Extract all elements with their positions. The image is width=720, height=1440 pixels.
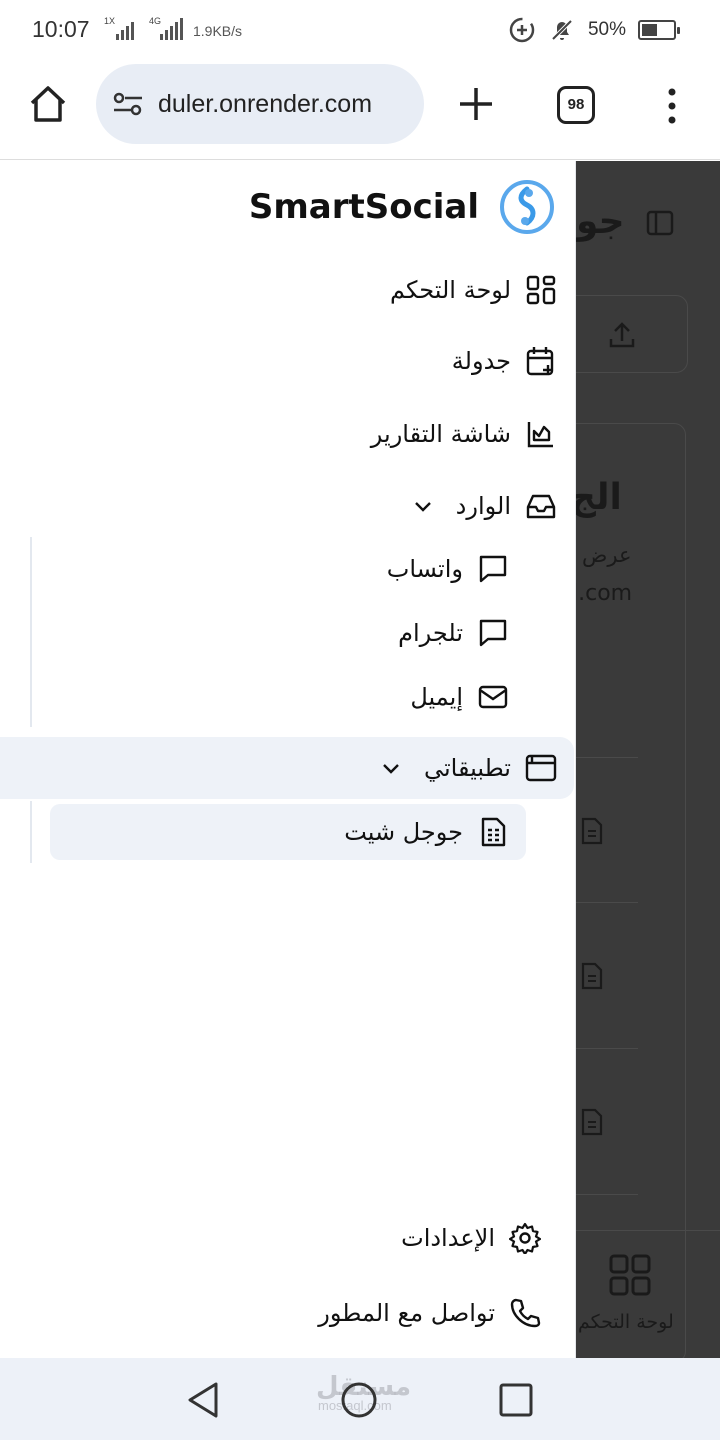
brand[interactable]: SmartSocial [249, 179, 555, 235]
site-settings-icon[interactable] [112, 90, 144, 118]
bg-bottom-nav-label: لوحة التحكم [578, 1311, 674, 1333]
nav-item-label: شاشة التقارير [370, 420, 511, 448]
system-nav-bar: مستقل mostaql.com [0, 1358, 720, 1440]
phone-icon [510, 1298, 541, 1328]
status-time: 10:07 [32, 16, 90, 42]
battery-icon [638, 20, 680, 40]
nav-item-dashboard[interactable]: لوحة التحكم [390, 259, 557, 321]
nav-item-google-sheets[interactable]: جوجل شيت [344, 801, 509, 863]
bg-heading: الج [576, 477, 622, 518]
app-window-icon [525, 754, 557, 782]
sim1-label: 1X [104, 16, 116, 26]
file-icon [581, 1108, 603, 1136]
more-menu-icon[interactable] [662, 86, 682, 126]
nav-item-label: إيميل [410, 683, 463, 711]
calendar-plus-icon [526, 347, 554, 376]
nav-item-label: جوجل شيت [344, 818, 463, 846]
page-overlay[interactable]: جو ا الج عرض l.com لوحة التحكم [576, 161, 720, 1358]
nav-item-label: واتساب [386, 555, 463, 583]
brand-logo-icon [500, 180, 554, 234]
new-tab-icon[interactable] [456, 84, 496, 124]
nav-item-label: جدولة [451, 347, 511, 375]
battery-percent: 50% [587, 19, 626, 40]
bg-subtext: عرض [582, 543, 632, 567]
bell-muted-icon [551, 19, 573, 41]
nav-item-telegram[interactable]: تلجرام [398, 602, 509, 664]
nav-item-contact-developer[interactable]: تواصل مع المطور [318, 1282, 541, 1344]
brand-name: SmartSocial [248, 187, 479, 227]
mail-icon [478, 685, 508, 709]
tab-switcher-button[interactable]: 98 [557, 86, 595, 124]
address-bar[interactable]: duler.onrender.com [96, 64, 424, 144]
submenu-rail-inbox [30, 537, 32, 727]
chevron-down-icon[interactable] [412, 495, 434, 517]
signal-icon [116, 18, 134, 40]
nav-item-whatsapp[interactable]: واتساب [387, 538, 509, 600]
message-icon [479, 555, 507, 583]
bg-title: جو [576, 201, 625, 242]
nav-item-scheduling[interactable]: جدولة [452, 330, 557, 392]
file-icon [581, 817, 603, 845]
nav-item-settings[interactable]: الإعدادات [401, 1207, 541, 1269]
nav-item-label: الإعدادات [401, 1224, 495, 1252]
nav-item-label: الوارد [455, 492, 511, 520]
nav-item-inbox[interactable]: الوارد [412, 475, 557, 537]
file-icon [581, 962, 603, 990]
submenu-rail-apps [30, 801, 32, 863]
nav-item-label: لوحة التحكم [390, 276, 511, 304]
inbox-icon [526, 494, 556, 519]
message-icon [479, 619, 507, 647]
home-icon[interactable] [26, 82, 70, 126]
bg-email: l.com [576, 581, 633, 606]
chart-icon [527, 422, 553, 448]
upload-icon [609, 322, 635, 348]
url-text: duler.onrender.com [158, 90, 373, 118]
dashboard-grid-icon [609, 1254, 651, 1296]
nav-item-label: تلجرام [398, 619, 463, 647]
home-circle-icon[interactable] [339, 1380, 379, 1420]
network-speed: 1.9KB/s [193, 23, 243, 39]
nav-item-label: تطبيقاتي [424, 754, 511, 782]
status-bar: 10:07 1X 4G 1.9KB/s 50% [0, 0, 720, 62]
gear-icon [509, 1222, 541, 1254]
dashboard-grid-icon [526, 275, 556, 305]
nav-item-email[interactable]: إيميل [410, 666, 509, 728]
signal-icon-2 [160, 18, 183, 40]
nav-item-reports[interactable]: شاشة التقارير [371, 403, 557, 465]
nav-item-label: تواصل مع المطور [318, 1299, 495, 1327]
back-icon[interactable] [184, 1380, 224, 1420]
recents-icon[interactable] [496, 1380, 536, 1420]
nav-item-my-apps[interactable]: تطبيقاتي [380, 737, 557, 799]
sheet-icon [481, 817, 506, 847]
sidebar-toggle-icon [646, 210, 674, 236]
chevron-down-icon[interactable] [380, 757, 402, 779]
data-saver-icon [509, 17, 535, 43]
browser-toolbar: duler.onrender.com 98 [0, 62, 720, 160]
navigation-drawer: SmartSocial لوحة التحكم جدولة شاشة التقا… [0, 161, 576, 1358]
